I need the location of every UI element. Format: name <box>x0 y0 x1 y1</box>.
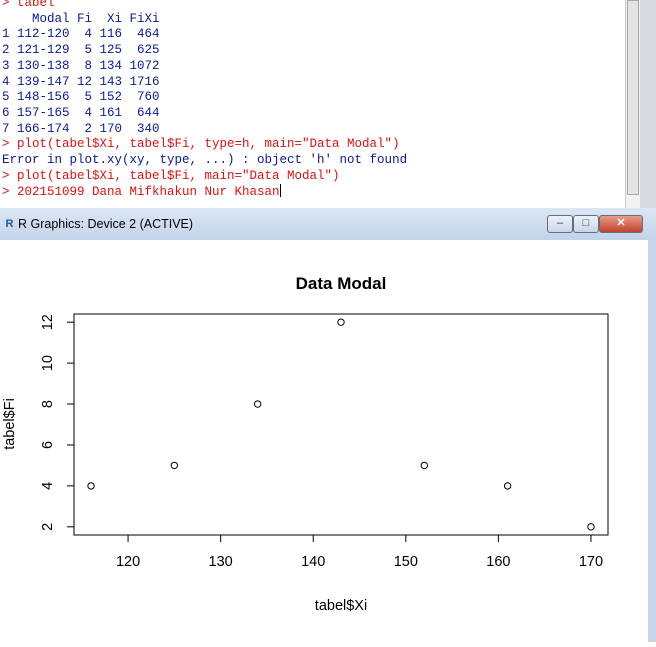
graphics-window-titlebar[interactable]: R R Graphics: Device 2 (ACTIVE) – □ ✕ <box>0 208 656 240</box>
console-scrollbar[interactable] <box>625 0 641 208</box>
x-tick-label: 140 <box>301 554 325 570</box>
console-line: 1 112-120 4 116 464 <box>2 27 160 42</box>
minimize-icon: – <box>556 217 564 229</box>
y-tick-label: 12 <box>40 314 56 330</box>
chart-points <box>87 318 595 531</box>
data-point <box>253 400 262 408</box>
x-axis-label: tabel$Xi <box>315 598 367 614</box>
x-tick-label: 150 <box>394 554 418 570</box>
r-console[interactable]: > tabel Modal Fi Xi FiXi 1 112-120 4 116 … <box>0 0 656 208</box>
data-point <box>587 523 595 531</box>
y-tick-label: 10 <box>40 355 56 371</box>
r-logo-icon: R <box>5 218 14 230</box>
console-line: Modal Fi Xi FiXi <box>2 11 160 26</box>
graphics-window-title: R Graphics: Device 2 (ACTIVE) <box>18 217 194 231</box>
y-tick-label: 2 <box>40 523 56 531</box>
scatter-chart: Data Modal tabel$Xi tabel$Fi 120 130 140 15… <box>2 274 609 614</box>
console-line: > plot(tabel$Xi, tabel$Fi, type=h, main=… <box>2 137 400 152</box>
data-point <box>503 482 512 490</box>
close-button[interactable]: ✕ <box>599 215 643 233</box>
x-tick-label: 160 <box>486 554 510 570</box>
console-line: 7 166-174 2 170 340 <box>2 121 160 136</box>
graphics-window: R R Graphics: Device 2 (ACTIVE) – □ ✕ Da… <box>0 208 656 642</box>
console-scrollbar-thumb[interactable] <box>627 0 639 195</box>
console-line: 6 157-165 4 161 644 <box>2 105 160 120</box>
data-point <box>420 461 429 470</box>
chart-title: Data Modal <box>296 274 387 293</box>
console-line: > plot(tabel$Xi, tabel$Fi, main="Data Mo… <box>2 168 340 183</box>
data-point <box>337 318 345 326</box>
plot-canvas: Data Modal tabel$Xi tabel$Fi 120 130 140 15… <box>0 240 648 642</box>
plot-frame <box>73 313 609 536</box>
text-cursor <box>279 184 281 198</box>
y-tick-label: 8 <box>40 400 56 408</box>
console-line: 5 148-156 5 152 760 <box>2 90 160 105</box>
maximize-icon: □ <box>582 217 590 229</box>
data-point <box>170 461 179 470</box>
x-tick-label: 170 <box>579 554 603 570</box>
chart-axes: 120 130 140 150 160 170 2 4 6 8 10 12 <box>40 314 603 570</box>
console-line: 4 139-147 12 143 1716 <box>2 74 160 89</box>
close-icon: ✕ <box>616 217 626 229</box>
y-tick-label: 6 <box>40 441 56 449</box>
console-line: 2 121-129 5 125 625 <box>2 43 160 58</box>
y-tick-label: 4 <box>40 482 56 490</box>
graphics-window-edge <box>648 240 656 642</box>
maximize-button[interactable]: □ <box>573 215 599 233</box>
console-line: > tabel <box>2 0 55 10</box>
x-tick-label: 130 <box>209 554 233 570</box>
minimize-button[interactable]: – <box>547 215 573 233</box>
console-line: Error in plot.xy(xy, type, ...) : object… <box>2 153 408 167</box>
data-point <box>87 482 95 490</box>
x-tick-label: 120 <box>116 554 140 570</box>
console-window-edge <box>640 0 656 208</box>
console-line: 3 130-138 8 134 1072 <box>2 58 160 73</box>
console-line: > 202151099 Dana Mifkhakun Nur Khasan <box>2 184 281 200</box>
y-axis-label: tabel$Fi <box>2 398 18 450</box>
